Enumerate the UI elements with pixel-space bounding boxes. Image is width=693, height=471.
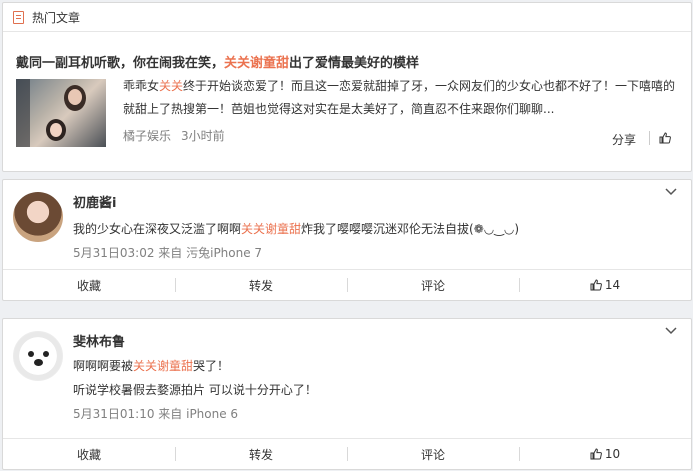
- article-source[interactable]: 橘子娱乐: [123, 129, 171, 143]
- thumbs-up-icon[interactable]: [659, 132, 671, 144]
- article-title[interactable]: 戴同一副耳机听歌，你在闹我在笑，关关谢童甜出了爱情最美好的模样: [16, 52, 419, 71]
- comment-label: 评论: [420, 278, 445, 293]
- repost-label: 转发: [248, 278, 273, 293]
- article-thumbnail[interactable]: [16, 79, 106, 147]
- thumbs-up-icon: [590, 279, 602, 291]
- avatar[interactable]: [13, 192, 63, 242]
- comment-actions: 收藏 转发 评论 14: [3, 269, 691, 300]
- comment-actions: 收藏 转发 评论 10: [3, 438, 691, 469]
- comment-card: 斐林布鲁 啊啊啊要被关关谢童甜哭了！ 听说学校暑假去婺源拍片 可以说十分开心了！…: [2, 318, 692, 470]
- comment-text-prefix: 我的少女心在深夜又泛滥了啊啊: [73, 222, 242, 236]
- share-button[interactable]: 分享: [612, 131, 636, 148]
- article-time: 3小时前: [181, 129, 225, 143]
- avatar[interactable]: [13, 331, 63, 381]
- comment-username[interactable]: 斐林布鲁: [73, 331, 125, 350]
- comment-text-line2: 听说学校暑假去婺源拍片 可以说十分开心了！: [73, 383, 317, 397]
- repost-button[interactable]: 转发: [175, 439, 347, 469]
- document-icon: [13, 10, 24, 24]
- like-button[interactable]: 14: [519, 270, 691, 300]
- comment-text-suffix: 哭了！: [193, 359, 230, 373]
- summary-prefix: 乖乖女: [123, 79, 160, 93]
- like-count: 14: [604, 278, 621, 292]
- comment-text-highlight[interactable]: 关关谢童甜: [241, 222, 301, 236]
- comment-meta: 5月31日01:10 来自 iPhone 6: [73, 407, 239, 421]
- summary-suffix: 终于开始谈恋爱了！而且这一恋爱就甜掉了牙，一众网友们的少女心也都不好了！一下嘻嘻…: [123, 79, 676, 116]
- comment-text-prefix: 啊啊啊要被: [73, 359, 134, 373]
- favorite-button[interactable]: 收藏: [3, 439, 175, 469]
- article-summary[interactable]: 乖乖女关关终于开始谈恋爱了！而且这一恋爱就甜掉了牙，一众网友们的少女心也都不好了…: [123, 75, 678, 121]
- comment-text-highlight[interactable]: 关关谢童甜: [133, 359, 193, 373]
- hot-article-card: 热门文章 戴同一副耳机听歌，你在闹我在笑，关关谢童甜出了爱情最美好的模样 乖乖女…: [2, 2, 692, 172]
- like-button[interactable]: 10: [519, 439, 691, 469]
- comment-card: 初鹿酱i 我的少女心在深夜又泛滥了啊啊关关谢童甜炸我了嘤嘤嘤沉迷邓伦无法自拔(❁…: [2, 179, 692, 301]
- hot-article-header-label: 热门文章: [32, 10, 81, 25]
- comment-text-suffix: 炸我了嘤嘤嘤沉迷邓伦无法自拔(❁◡‿◡): [301, 222, 520, 236]
- chevron-down-icon[interactable]: [665, 188, 677, 196]
- repost-label: 转发: [248, 447, 273, 462]
- comment-label: 评论: [420, 447, 445, 462]
- thumbs-up-icon: [590, 448, 602, 460]
- article-title-suffix[interactable]: 出了爱情最美好的模样: [289, 56, 419, 71]
- comment-text: 我的少女心在深夜又泛滥了啊啊关关谢童甜炸我了嘤嘤嘤沉迷邓伦无法自拔(❁◡‿◡): [73, 220, 519, 237]
- comment-username[interactable]: 初鹿酱i: [73, 192, 116, 211]
- comment-text: 啊啊啊要被关关谢童甜哭了！: [73, 357, 229, 374]
- hot-article-header: 热门文章: [3, 3, 691, 32]
- divider: [649, 131, 650, 145]
- like-count: 10: [604, 447, 621, 461]
- favorite-label: 收藏: [76, 447, 101, 462]
- article-meta: 橘子娱乐 3小时前: [123, 127, 225, 144]
- article-title-prefix[interactable]: 戴同一副耳机听歌，你在闹我在笑，: [16, 56, 224, 71]
- comment-meta: 5月31日03:02 来自 污兔iPhone 7: [73, 246, 263, 260]
- article-title-highlight[interactable]: 关关谢童甜: [224, 56, 289, 71]
- summary-highlight: 关关: [159, 79, 184, 93]
- comment-button[interactable]: 评论: [347, 270, 519, 300]
- repost-button[interactable]: 转发: [175, 270, 347, 300]
- favorite-button[interactable]: 收藏: [3, 270, 175, 300]
- favorite-label: 收藏: [76, 278, 101, 293]
- comment-button[interactable]: 评论: [347, 439, 519, 469]
- chevron-down-icon[interactable]: [665, 327, 677, 335]
